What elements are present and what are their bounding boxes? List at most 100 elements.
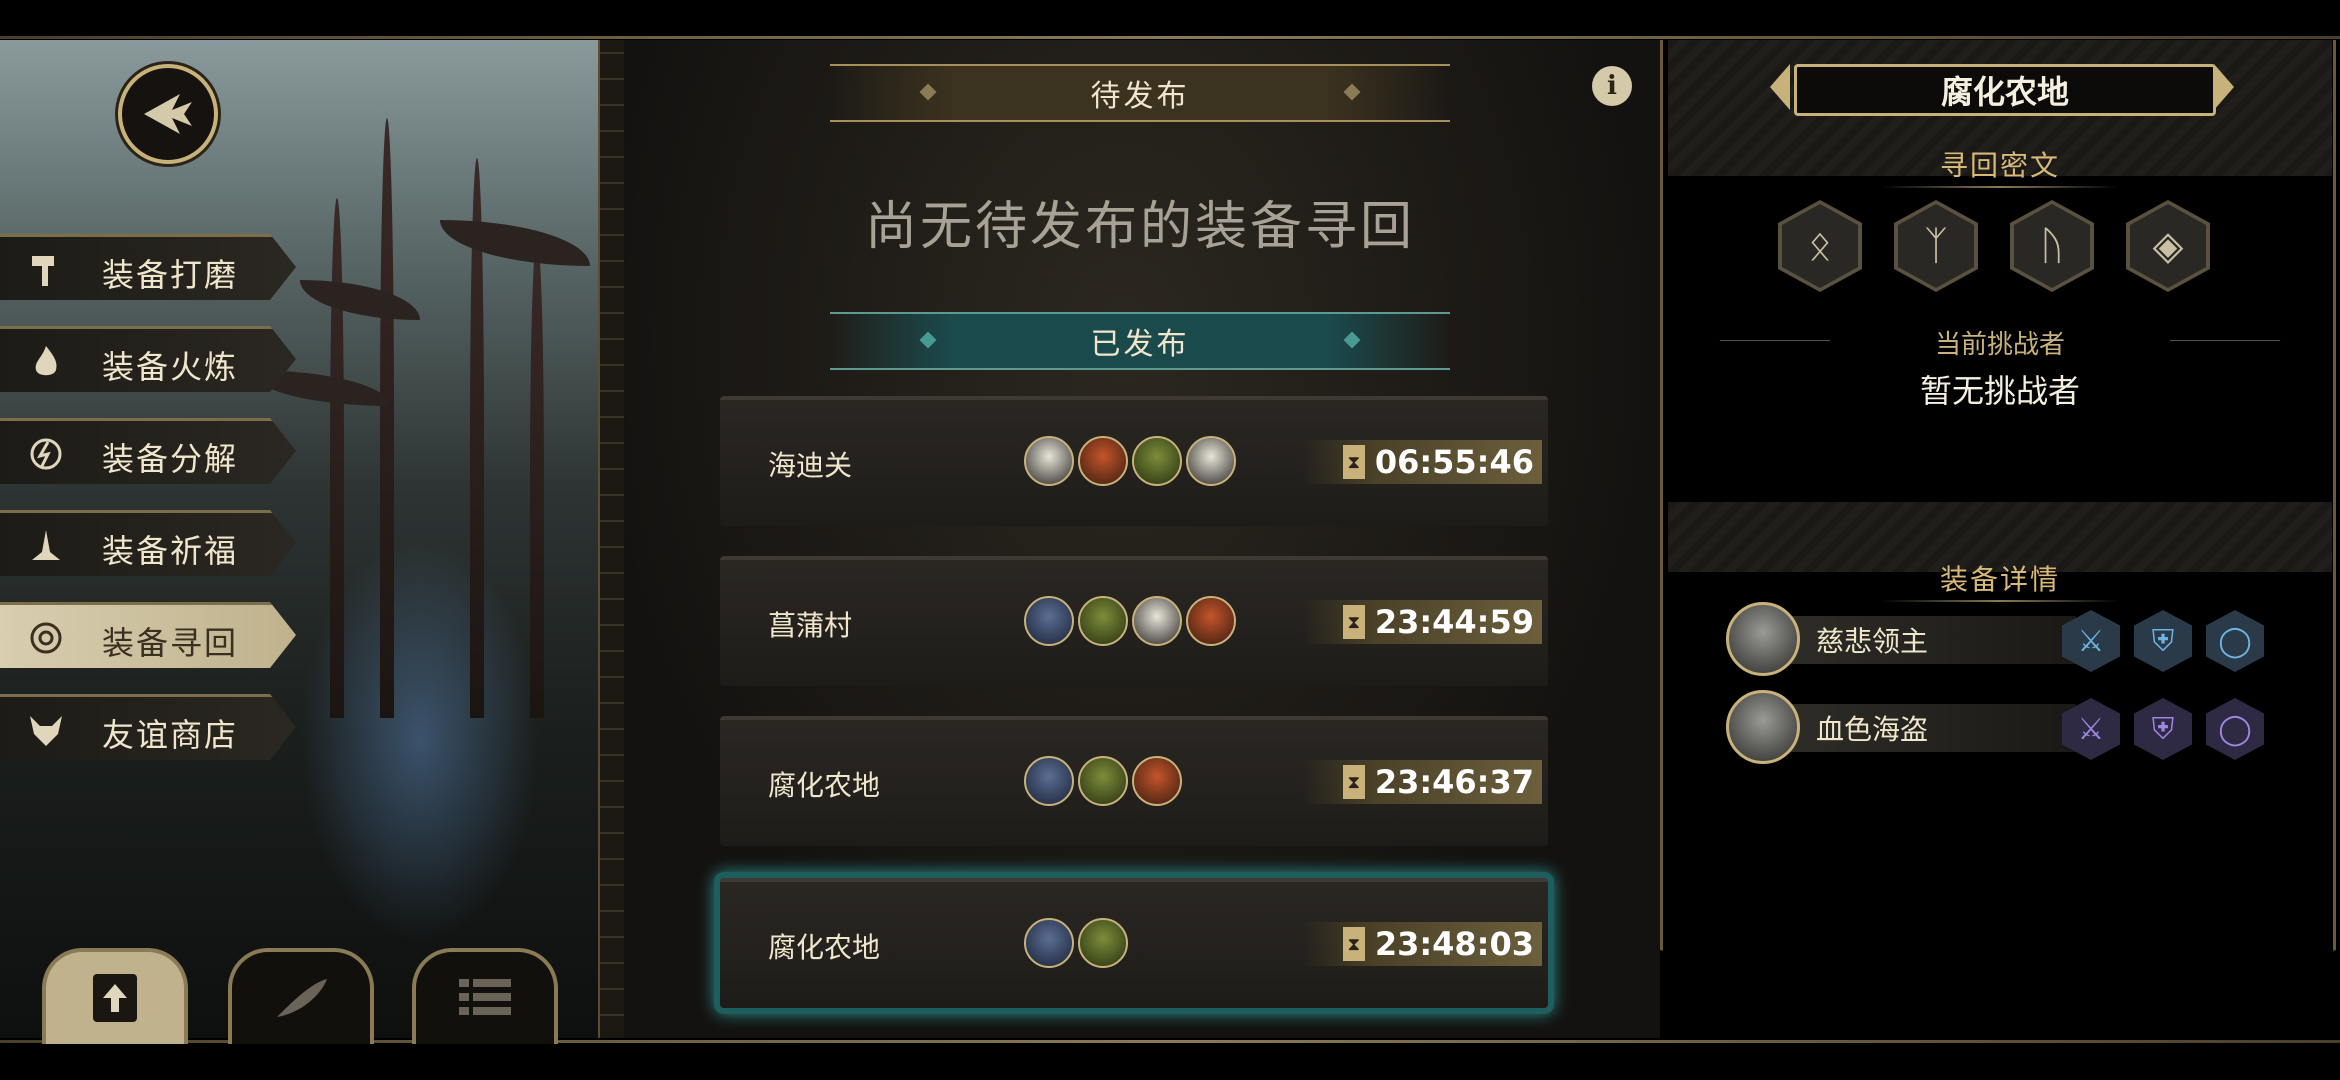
published-header: 已发布: [830, 312, 1450, 370]
scenery-plant: [380, 118, 394, 718]
countdown-value: 23:44:59: [1374, 603, 1534, 641]
countdown-timer: ⧗ 06:55:46: [1302, 440, 1542, 484]
card-location-name: 腐化农地: [768, 769, 881, 802]
hourglass-icon: ⧗: [1342, 927, 1365, 961]
rune-slot[interactable]: ◈: [2126, 200, 2210, 292]
menu-item-shop[interactable]: 友谊商店: [0, 694, 296, 760]
countdown-value: 23:48:03: [1374, 925, 1534, 963]
info-button[interactable]: i: [1592, 66, 1632, 106]
next-region-icon[interactable]: [2214, 64, 2234, 110]
boss-avatar: [1726, 690, 1800, 764]
challenger-label: 当前挑战者: [1720, 324, 2280, 361]
region-title: 腐化农地: [1794, 64, 2216, 116]
runes-title-label: 寻回密文: [1939, 149, 2060, 182]
hero-portrait-icon: [1024, 756, 1074, 806]
menu-item-label: 装备分解: [102, 440, 239, 478]
menu-item-retrieve[interactable]: 装备寻回: [0, 602, 296, 668]
scenery-plant: [330, 198, 344, 718]
menu-item-polish[interactable]: 装备打磨: [0, 234, 296, 300]
pending-empty-message: 尚无待发布的装备寻回: [864, 197, 1415, 257]
hammer-icon: [26, 250, 66, 290]
rune-slot[interactable]: ᛟ: [1778, 200, 1862, 292]
hero-portrait-icon: [1186, 596, 1236, 646]
hero-portrait-icon: [1078, 918, 1128, 968]
tab-records[interactable]: [228, 948, 374, 1044]
countdown-timer: ⧗ 23:44:59: [1302, 600, 1542, 644]
challenger-value: 暂无挑战者: [1919, 372, 2080, 410]
scenery-leaf: [440, 220, 590, 266]
countdown-timer: ⧗ 23:48:03: [1302, 922, 1542, 966]
menu-item-label: 装备寻回: [102, 624, 239, 662]
scenery-plant: [530, 238, 544, 718]
hero-portrait-icon: [1186, 436, 1236, 486]
feather-icon: [277, 979, 327, 1017]
diamond-ornament-icon: [919, 83, 937, 101]
top-border: [0, 36, 2340, 39]
boss-name: 血色海盗: [1816, 713, 1929, 746]
challenger-portraits: [1024, 596, 1236, 646]
rune-slot[interactable]: ᚢ: [2010, 200, 2094, 292]
published-card[interactable]: 腐化农地 ⧗ 23:46:37: [720, 716, 1548, 846]
published-card[interactable]: 海迪关 ⧗ 06:55:46: [720, 396, 1548, 526]
back-button[interactable]: [118, 64, 218, 164]
menu-item-dismantle[interactable]: 装备分解: [0, 418, 296, 484]
hourglass-icon: ⧗: [1342, 605, 1365, 639]
target-icon: [26, 618, 66, 658]
upload-icon: [93, 974, 137, 1022]
diamond-ornament-icon: [1343, 331, 1361, 349]
prev-region-icon[interactable]: [1770, 64, 1790, 110]
ring-gear-icon[interactable]: ◯: [2206, 610, 2264, 672]
list-icon: [459, 979, 511, 1015]
fox-icon: [26, 710, 66, 750]
menu-item-label: 装备火炼: [102, 348, 239, 386]
hero-portrait-icon: [1132, 596, 1182, 646]
armor-gear-icon[interactable]: ⛨: [2134, 698, 2192, 760]
menu-item-label: 友谊商店: [102, 716, 239, 754]
diamond-ornament-icon: [919, 331, 937, 349]
rune-glyph-icon: ◈: [2130, 204, 2206, 288]
hero-portrait-icon: [1132, 436, 1182, 486]
published-card[interactable]: 腐化农地 ⧗ 23:48:03: [720, 878, 1548, 1008]
runes-title: 寻回密文: [1840, 144, 2160, 188]
scenery-leaf: [300, 280, 420, 320]
menu-item-label: 装备祈福: [102, 532, 239, 570]
hero-portrait-icon: [1024, 918, 1074, 968]
panel-divider: [598, 40, 626, 1038]
boss-row[interactable]: 慈悲领主 ⚔ ⛨ ◯: [1726, 602, 2266, 678]
hero-portrait-icon: [1078, 436, 1128, 486]
flame-icon: [26, 342, 66, 382]
rune-list: ᛟ ᛉ ᚢ ◈: [1778, 200, 2210, 292]
boss-name: 慈悲领主: [1816, 625, 1929, 658]
card-location-name: 海迪关: [768, 449, 853, 482]
hero-portrait-icon: [1078, 756, 1128, 806]
diamond-ornament-icon: [1343, 83, 1361, 101]
menu-item-bless[interactable]: 装备祈福: [0, 510, 296, 576]
boss-avatar: [1726, 602, 1800, 676]
menu-item-forge[interactable]: 装备火炼: [0, 326, 296, 392]
challenger-portraits: [1024, 918, 1128, 968]
hourglass-icon: ⧗: [1342, 765, 1365, 799]
countdown-value: 23:46:37: [1374, 763, 1534, 801]
card-location-name: 菖蒲村: [768, 609, 853, 642]
armor-gear-icon[interactable]: ⛨: [2134, 610, 2192, 672]
detail-frame: [1660, 40, 2336, 1038]
pending-header: 待发布: [830, 64, 1450, 122]
card-location-name: 腐化农地: [768, 931, 881, 964]
countdown-timer: ⧗ 23:46:37: [1302, 760, 1542, 804]
hero-portrait-icon: [1024, 596, 1074, 646]
pending-header-label: 待发布: [1090, 79, 1190, 114]
menu-item-label: 装备打磨: [102, 256, 239, 294]
challenger-portraits: [1024, 436, 1236, 486]
published-card[interactable]: 菖蒲村 ⧗ 23:44:59: [720, 556, 1548, 686]
back-arrow-icon: [144, 94, 192, 134]
dissolve-icon: [26, 434, 66, 474]
tab-list[interactable]: [412, 948, 558, 1044]
equipment-title-label: 装备详情: [1939, 563, 2060, 596]
equipment-title: 装备详情: [1840, 558, 2160, 602]
boss-row[interactable]: 血色海盗 ⚔ ⛨ ◯: [1726, 690, 2266, 766]
rune-glyph-icon: ᛟ: [1782, 204, 1858, 288]
published-header-label: 已发布: [1090, 327, 1190, 362]
rune-slot[interactable]: ᛉ: [1894, 200, 1978, 292]
tab-publish[interactable]: [42, 948, 188, 1044]
ring-gear-icon[interactable]: ◯: [2206, 698, 2264, 760]
